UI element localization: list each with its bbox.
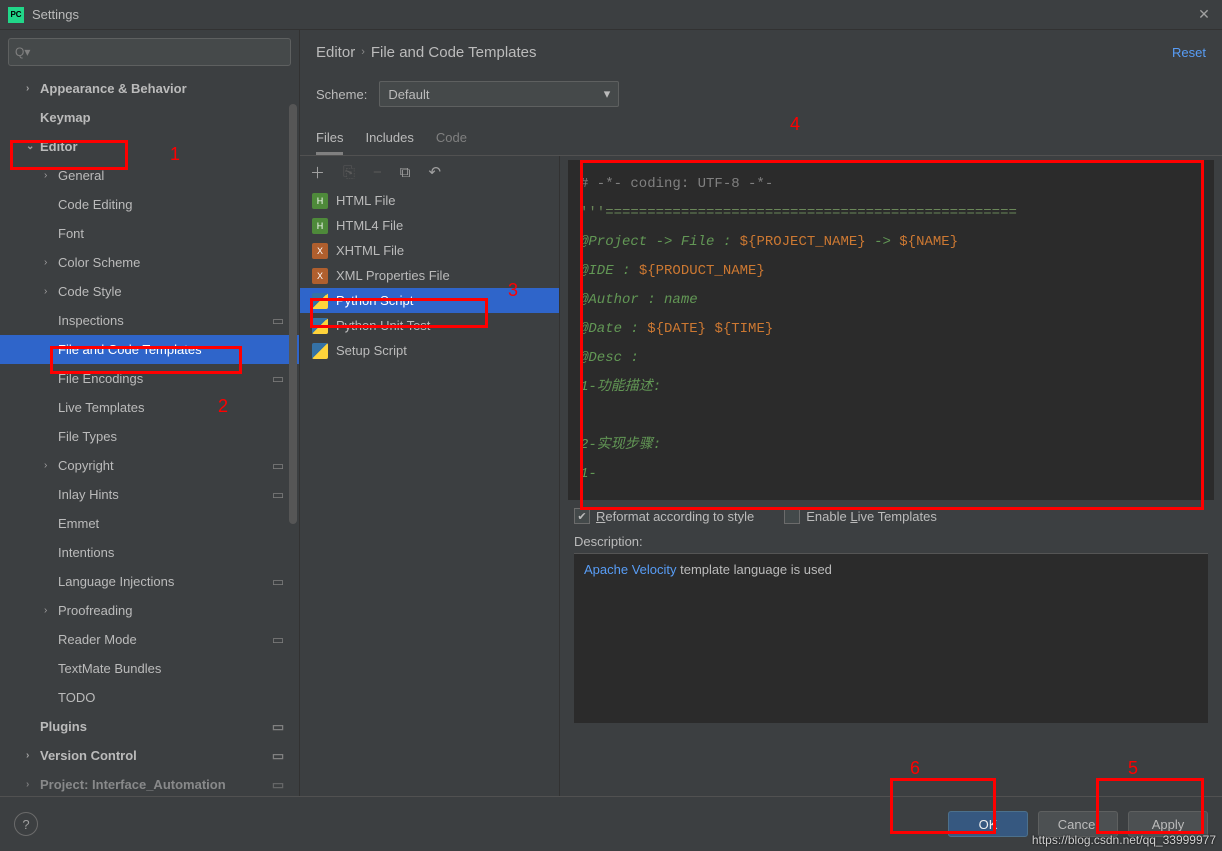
tree-color-scheme[interactable]: ›Color Scheme	[0, 248, 299, 277]
html-file-icon: H	[312, 193, 328, 209]
watermark: https://blog.csdn.net/qq_33999977	[1032, 833, 1216, 847]
reformat-checkbox[interactable]: Reformat according to style	[574, 508, 754, 524]
tab-code[interactable]: Code	[436, 123, 467, 155]
tree-file-types[interactable]: File Types	[0, 422, 299, 451]
separator-icon: ›	[361, 46, 365, 58]
checkbox-icon	[784, 508, 800, 524]
breadcrumb: Editor › File and Code Templates Reset	[300, 30, 1222, 74]
project-badge-icon: ▭	[271, 575, 285, 589]
checkbox-icon	[574, 508, 590, 524]
file-python-script[interactable]: Python Script	[300, 288, 559, 313]
tree-font[interactable]: Font	[0, 219, 299, 248]
undo-icon[interactable]: ↶	[429, 163, 442, 181]
project-badge-icon: ▭	[271, 720, 285, 734]
chevron-right-icon: ›	[26, 83, 40, 94]
pycharm-logo-icon: PC	[8, 7, 24, 23]
tree-intentions[interactable]: Intentions	[0, 538, 299, 567]
tree-live-templates[interactable]: Live Templates	[0, 393, 299, 422]
add-icon[interactable]: ＋	[310, 162, 325, 183]
xhtml-file-icon: X	[312, 243, 328, 259]
titlebar: PC Settings ✕	[0, 0, 1222, 30]
sidebar-scrollbar[interactable]	[289, 74, 299, 796]
close-icon[interactable]: ✕	[1194, 5, 1214, 25]
window-title: Settings	[32, 7, 79, 22]
tree-inlay-hints[interactable]: Inlay Hints▭	[0, 480, 299, 509]
project-badge-icon: ▭	[271, 314, 285, 328]
template-tabs: Files Includes Code	[300, 124, 1222, 156]
tree-textmate[interactable]: TextMate Bundles	[0, 654, 299, 683]
breadcrumb-b: File and Code Templates	[371, 44, 537, 61]
template-editor-pane: # -*- coding: UTF-8 -*- '''=============…	[560, 156, 1222, 796]
enable-live-templates-checkbox[interactable]: Enable Live Templates	[784, 508, 937, 524]
tree-file-encodings[interactable]: File Encodings▭	[0, 364, 299, 393]
tree-project[interactable]: ›Project: Interface_Automation▭	[0, 770, 299, 796]
project-badge-icon: ▭	[271, 633, 285, 647]
tree-version-control[interactable]: ›Version Control▭	[0, 741, 299, 770]
tree-copyright[interactable]: ›Copyright▭	[0, 451, 299, 480]
xml-file-icon: X	[312, 268, 328, 284]
apache-velocity-link[interactable]: Apache Velocity	[584, 562, 677, 577]
reformat-label: eformat according to style	[605, 509, 754, 524]
python-file-icon	[312, 343, 328, 359]
breadcrumb-a: Editor	[316, 44, 355, 61]
tree-plugins[interactable]: Plugins▭	[0, 712, 299, 741]
tree-todo[interactable]: TODO	[0, 683, 299, 712]
tree-lang-injections[interactable]: Language Injections▭	[0, 567, 299, 596]
tree-editor[interactable]: ⌄Editor	[0, 132, 299, 161]
live-label: ive Templates	[858, 509, 937, 524]
scheme-value: Default	[388, 87, 429, 102]
project-badge-icon: ▭	[271, 749, 285, 763]
scheme-dropdown[interactable]: Default ▾	[379, 81, 619, 107]
tree-reader-mode[interactable]: Reader Mode▭	[0, 625, 299, 654]
settings-search-input[interactable]: Q▾	[8, 38, 291, 66]
scheme-label: Scheme:	[316, 87, 367, 102]
help-icon[interactable]: ?	[14, 812, 38, 836]
tree-file-templates[interactable]: File and Code Templates	[0, 335, 299, 364]
file-python-unittest[interactable]: Python Unit Test	[300, 313, 559, 338]
tab-includes[interactable]: Includes	[365, 123, 413, 155]
python-file-icon	[312, 318, 328, 334]
tree-inspections[interactable]: Inspections▭	[0, 306, 299, 335]
tree-emmet[interactable]: Emmet	[0, 509, 299, 538]
settings-content: Editor › File and Code Templates Reset S…	[300, 30, 1222, 796]
ok-button[interactable]: OK	[948, 811, 1028, 837]
tree-general[interactable]: ›General	[0, 161, 299, 190]
description-text: template language is used	[677, 562, 832, 577]
project-badge-icon: ▭	[271, 488, 285, 502]
project-badge-icon: ▭	[271, 372, 285, 386]
template-file-panel: ＋ ⎘ − ⧉ ↶ HHTML File HHTML4 File XXHTML …	[300, 156, 560, 796]
template-code-editor[interactable]: # -*- coding: UTF-8 -*- '''=============…	[568, 160, 1214, 500]
chevron-down-icon: ⌄	[26, 141, 40, 152]
file-html4[interactable]: HHTML4 File	[300, 213, 559, 238]
tree-keymap[interactable]: Keymap	[0, 103, 299, 132]
settings-tree: ›Appearance & Behavior Keymap ⌄Editor ›G…	[0, 70, 299, 796]
tree-appearance[interactable]: ›Appearance & Behavior	[0, 74, 299, 103]
tree-proofreading[interactable]: ›Proofreading	[0, 596, 299, 625]
file-xhtml[interactable]: XXHTML File	[300, 238, 559, 263]
tab-files[interactable]: Files	[316, 123, 343, 155]
copy-icon[interactable]: ⧉	[400, 164, 411, 181]
file-setup-script[interactable]: Setup Script	[300, 338, 559, 363]
html-file-icon: H	[312, 218, 328, 234]
search-placeholder: Q▾	[15, 45, 30, 59]
description-box: Apache Velocity template language is use…	[574, 553, 1208, 723]
file-html[interactable]: HHTML File	[300, 188, 559, 213]
file-xmlprops[interactable]: XXML Properties File	[300, 263, 559, 288]
project-badge-icon: ▭	[271, 778, 285, 792]
remove-icon[interactable]: −	[373, 164, 382, 181]
template-file-list: HHTML File HHTML4 File XXHTML File XXML …	[300, 188, 559, 796]
tree-code-editing[interactable]: Code Editing	[0, 190, 299, 219]
project-badge-icon: ▭	[271, 459, 285, 473]
chevron-down-icon: ▾	[604, 86, 611, 102]
tree-code-style[interactable]: ›Code Style	[0, 277, 299, 306]
python-file-icon	[312, 293, 328, 309]
reset-link[interactable]: Reset	[1172, 45, 1206, 60]
description-label: Description:	[560, 524, 1222, 553]
copy-template-icon[interactable]: ⎘	[343, 164, 355, 181]
settings-sidebar: Q▾ ›Appearance & Behavior Keymap ⌄Editor…	[0, 30, 300, 796]
